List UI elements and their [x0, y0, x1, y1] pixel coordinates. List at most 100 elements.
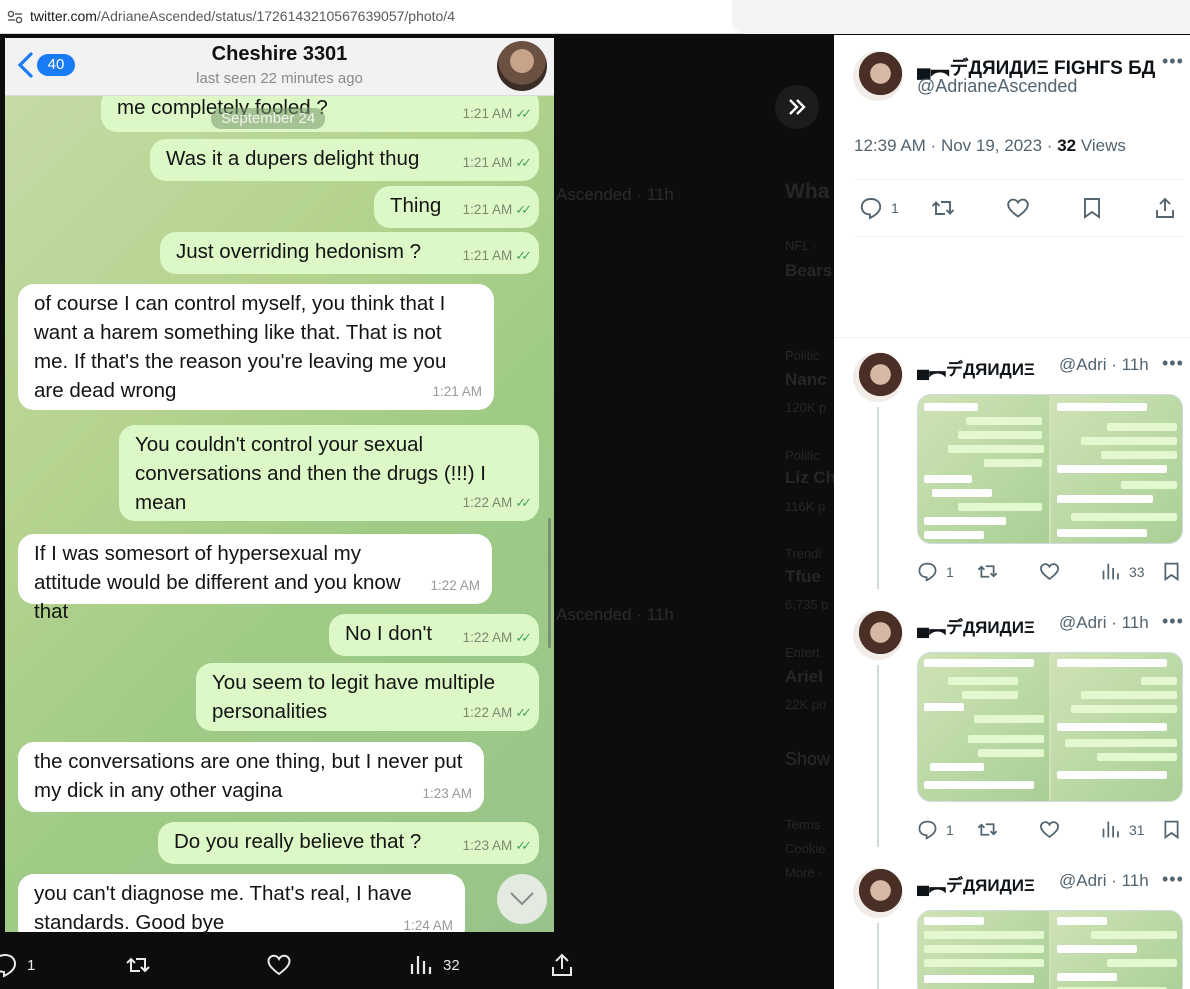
message-time: 1:21 AM ✓✓: [462, 106, 532, 121]
reply-action[interactable]: 1: [0, 952, 35, 978]
message-time: 1:24 AM: [403, 918, 453, 932]
share-icon: [1156, 197, 1174, 218]
more-options-icon[interactable]: •••: [1162, 353, 1184, 374]
thread-connector-line: [877, 665, 879, 847]
ghost-item: Tfue: [785, 567, 821, 586]
ghost-item: 22K po: [785, 697, 827, 712]
read-ticks-icon: ✓✓: [515, 705, 532, 720]
reply-media-image[interactable]: [917, 394, 1183, 544]
views-button[interactable]: 31: [1100, 819, 1145, 840]
message-text: If I was somesort of hypersexual my atti…: [34, 542, 401, 623]
message-time: 1:21 AM ✓✓: [462, 248, 532, 263]
message-time: 1:21 AM ✓✓: [462, 202, 532, 217]
message-text: you can't diagnose me. That's real, I ha…: [34, 882, 412, 932]
bookmark-button[interactable]: [1161, 819, 1182, 840]
views-chart-icon: [410, 956, 432, 974]
like-button[interactable]: [1039, 561, 1060, 582]
ghost-item: Nanc: [785, 370, 827, 389]
reply-author-name[interactable]: ▄︻デДЯИДИΞ: [917, 355, 1035, 380]
tweet-timestamp: 12:39 AM · Nov 19, 2023 · 32 Views: [854, 136, 1126, 155]
expand-panel-button[interactable]: [775, 85, 819, 129]
browser-url-bar[interactable]: twitter.com/AdrianeAscended/status/17261…: [0, 0, 1190, 34]
site-info-icon[interactable]: [6, 9, 24, 25]
reply-author-name[interactable]: ▄︻デДЯИДИΞ: [917, 613, 1035, 638]
views-button[interactable]: 33: [1100, 561, 1145, 582]
read-ticks-icon: ✓✓: [515, 106, 532, 121]
reply-button[interactable]: 1: [917, 561, 954, 582]
reply-avatar[interactable]: [853, 352, 903, 402]
read-ticks-icon: ✓✓: [515, 155, 532, 170]
repost-action[interactable]: [125, 952, 151, 978]
tweet-date[interactable]: Nov 19, 2023: [941, 136, 1042, 155]
reply-button[interactable]: 1: [917, 819, 954, 840]
read-ticks-icon: ✓✓: [515, 838, 532, 853]
repost-button[interactable]: [977, 561, 998, 582]
media-thumbnail: [1051, 395, 1182, 543]
like-button[interactable]: [1006, 196, 1030, 220]
ghost-item: Terms: [785, 817, 821, 832]
share-action[interactable]: [549, 952, 575, 978]
media-thumbnail: [918, 911, 1049, 989]
url-text[interactable]: twitter.com/AdrianeAscended/status/17261…: [30, 8, 455, 24]
author-handle[interactable]: @AdrianeAscended: [917, 76, 1077, 97]
message-text: the conversations are one thing, but I n…: [34, 750, 463, 802]
bookmark-button[interactable]: [1080, 196, 1104, 220]
reply-button[interactable]: 1: [859, 196, 899, 220]
repost-button[interactable]: [931, 196, 955, 220]
message-bubble: Just overriding hedonism ? 1:21 AM ✓✓: [160, 232, 539, 274]
chevron-down-icon: [510, 892, 534, 906]
ghost-item: Liz Ch: [785, 468, 834, 487]
section-divider: [834, 337, 1190, 338]
share-button[interactable]: [1153, 196, 1177, 220]
like-button[interactable]: [1039, 819, 1060, 840]
read-ticks-icon: ✓✓: [515, 202, 532, 217]
reply-media-image[interactable]: [917, 652, 1183, 802]
reply-count: 1: [891, 200, 899, 216]
more-options-icon[interactable]: •••: [1162, 51, 1184, 72]
repost-icon: [977, 823, 998, 836]
message-bubble: Thing 1:21 AM ✓✓: [374, 186, 539, 228]
more-options-icon[interactable]: •••: [1162, 869, 1184, 890]
bookmark-icon: [1164, 820, 1179, 840]
views-action[interactable]: 32: [408, 952, 460, 978]
message-bubble: Do you really believe that ? 1:23 AM ✓✓: [158, 822, 539, 864]
ghost-item: 120K p: [785, 400, 827, 415]
reply-avatar[interactable]: [853, 610, 903, 660]
chat-scroll-thumb: [548, 518, 551, 648]
reply-handle-time[interactable]: @Adri · 11h: [1059, 355, 1149, 375]
views-count: 31: [1129, 821, 1145, 838]
ghost-item: Ariel: [785, 667, 823, 686]
ghost-item: Bears: [785, 261, 833, 280]
contact-name: Cheshire 3301: [211, 43, 348, 65]
more-options-icon[interactable]: •••: [1162, 611, 1184, 632]
bookmark-button[interactable]: [1161, 561, 1182, 582]
reply-handle-time[interactable]: @Adri · 11h: [1059, 613, 1149, 633]
reply-author-name[interactable]: ▄︻デДЯИДИΞ: [917, 871, 1035, 896]
views-count: 33: [1129, 563, 1145, 580]
reply-handle-time[interactable]: @Adri · 11h: [1059, 871, 1149, 891]
thread-connector-line: [877, 923, 879, 989]
repost-icon: [931, 201, 955, 215]
author-avatar[interactable]: [853, 51, 903, 101]
repost-button[interactable]: [977, 819, 998, 840]
reply-count: 1: [946, 821, 954, 838]
views-chart-icon: [1102, 821, 1119, 838]
read-ticks-icon: ✓✓: [515, 630, 532, 645]
like-action[interactable]: [266, 952, 292, 978]
url-path: /AdrianeAscended/status/1726143210567639…: [96, 8, 455, 24]
heart-icon: [1007, 198, 1029, 218]
contact-avatar: [497, 41, 547, 91]
repost-icon: [126, 957, 150, 973]
message-bubble: you can't diagnose me. That's real, I ha…: [18, 874, 465, 932]
message-time: 1:21 AM ✓✓: [462, 155, 532, 170]
read-ticks-icon: ✓✓: [515, 495, 532, 510]
date-separator: September 24: [211, 108, 326, 129]
reply-media-image[interactable]: [917, 910, 1183, 989]
reply-avatar[interactable]: [853, 868, 903, 918]
heart-icon: [1040, 563, 1059, 581]
tweet-time[interactable]: 12:39 AM: [854, 136, 926, 155]
reply-icon: [918, 562, 937, 582]
ghost-item: Entert: [785, 645, 820, 660]
bookmark-icon: [1084, 198, 1100, 219]
message-bubble: of course I can control myself, you thin…: [18, 284, 494, 410]
